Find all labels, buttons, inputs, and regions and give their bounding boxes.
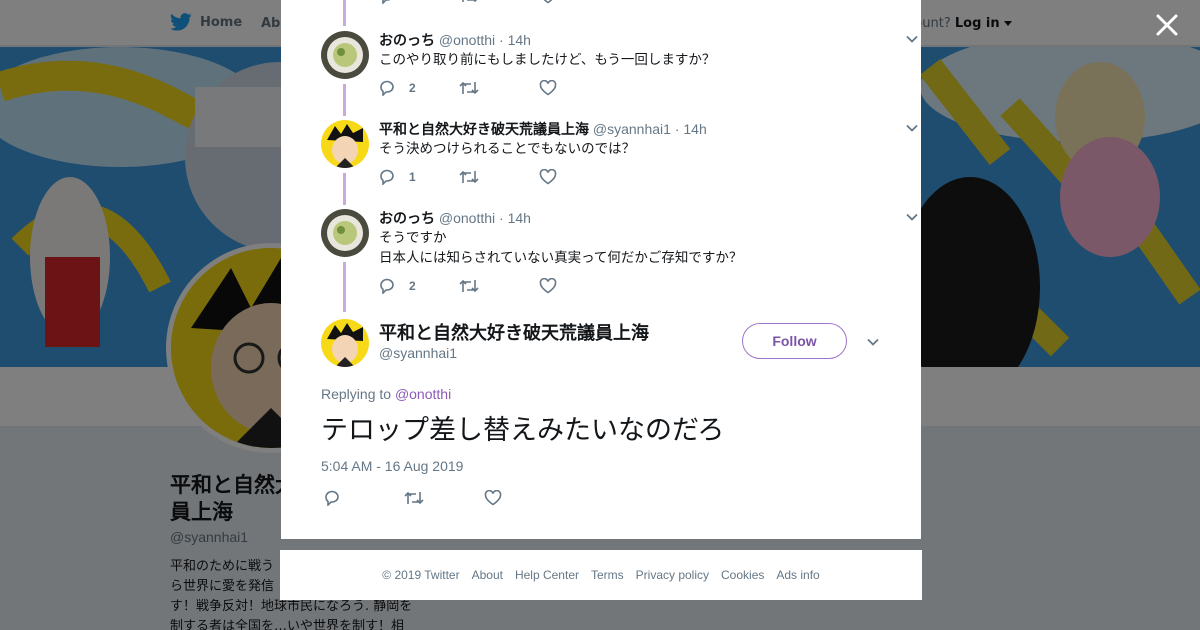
heart-icon xyxy=(543,0,553,4)
footer-link-privacy-policy[interactable]: Privacy policy xyxy=(636,568,709,582)
follow-button[interactable]: Follow xyxy=(742,323,847,359)
avatar[interactable] xyxy=(321,31,369,79)
retweet-icon xyxy=(462,0,478,3)
cartoon-face-avatar xyxy=(321,120,369,168)
avatar[interactable] xyxy=(321,209,369,257)
food-photo-avatar xyxy=(321,209,369,257)
tweet-actions: 2 xyxy=(379,278,619,294)
footer-link-cookies[interactable]: Cookies xyxy=(721,568,764,582)
reply-action[interactable]: 2 xyxy=(379,80,459,96)
main-tweet-avatar[interactable] xyxy=(321,319,369,367)
footer-link-terms[interactable]: Terms xyxy=(591,568,624,582)
like-action[interactable] xyxy=(539,278,619,294)
retweet-icon xyxy=(459,170,479,184)
reply-count: 1 xyxy=(409,0,416,3)
thread-connector xyxy=(343,84,346,116)
retweet-action[interactable] xyxy=(459,169,539,185)
retweet-icon xyxy=(404,491,424,505)
user-name[interactable]: 平和と自然大好き破天荒議員上海 xyxy=(379,121,589,137)
footer-link-help-center[interactable]: Help Center xyxy=(515,568,579,582)
tweet-text-line: そう決めつけられることでもないのでは？ xyxy=(379,141,636,156)
like-action[interactable] xyxy=(539,80,619,96)
retweet-action[interactable] xyxy=(459,278,539,294)
heart-icon xyxy=(539,80,557,96)
chevron-down-icon[interactable] xyxy=(905,121,919,135)
tweet-text-line: 日本人には知らされていない真実って何だかご存知ですか？ xyxy=(379,250,743,265)
reply-count: 1 xyxy=(409,170,416,184)
tweet-actions: 1 xyxy=(379,169,619,185)
user-name[interactable]: おのっち xyxy=(379,210,435,226)
user-name[interactable]: おのっち xyxy=(379,32,435,48)
heart-icon xyxy=(484,490,502,506)
user-handle[interactable]: @onotthi xyxy=(439,210,495,226)
separator: · xyxy=(674,121,680,137)
tweet-header: 平和と自然大好き破天荒議員上海 @syannhai1 · 14h xyxy=(379,119,707,139)
separator: · xyxy=(499,210,504,226)
food-photo-avatar xyxy=(321,31,369,79)
like-action[interactable] xyxy=(539,0,619,4)
like-action[interactable] xyxy=(539,169,619,185)
reply-action[interactable] xyxy=(324,490,404,506)
thread-connector xyxy=(343,173,346,205)
tweet-time[interactable]: 14h xyxy=(508,32,531,48)
reply-icon xyxy=(382,0,391,4)
thread-connector xyxy=(343,0,346,26)
main-tweet-text: テロップ差し替えみたいなのだろ xyxy=(321,415,725,446)
tweet-text-line: このやり取り前にもしましたけど、もう一回しますか？ xyxy=(379,52,716,67)
tweet-text: そうですか 日本人には知らされていない真実って何だかご存知ですか？ xyxy=(379,228,742,268)
avatar[interactable] xyxy=(321,120,369,168)
heart-icon xyxy=(539,278,557,294)
reply-icon xyxy=(380,80,394,96)
reply-count: 2 xyxy=(409,279,416,293)
tweet-actions-partial: 1 xyxy=(379,0,619,4)
mention-link[interactable]: @onotthi xyxy=(395,386,451,402)
footer-link-about[interactable]: About xyxy=(472,568,503,582)
tweet-permalink-modal: 1 おのっち @onotthi · 14h このやり取り前にもしましたけど、もう… xyxy=(281,0,921,539)
user-handle[interactable]: @onotthi xyxy=(439,32,495,48)
heart-icon xyxy=(539,169,557,185)
replying-prefix: Replying to xyxy=(321,386,392,402)
separator: · xyxy=(499,32,504,48)
chevron-down-icon[interactable] xyxy=(866,335,880,349)
retweet-action[interactable] xyxy=(459,80,539,96)
footer-link-ads-info[interactable]: Ads info xyxy=(776,568,819,582)
reply-action[interactable]: 1 xyxy=(379,169,459,185)
chevron-down-icon[interactable] xyxy=(905,210,919,224)
main-tweet-user-name[interactable]: 平和と自然大好き破天荒議員上海 xyxy=(379,319,649,345)
main-tweet-timestamp[interactable]: 5:04 AM - 16 Aug 2019 xyxy=(321,458,463,474)
tweet-text: このやり取り前にもしましたけど、もう一回しますか？ xyxy=(379,50,715,70)
chevron-down-icon[interactable] xyxy=(905,32,919,46)
reply-icon xyxy=(380,278,394,294)
reply-action[interactable]: 2 xyxy=(379,278,459,294)
site-footer: © 2019 Twitter About Help Center Terms P… xyxy=(280,550,922,600)
tweet-time[interactable]: 14h xyxy=(683,121,706,137)
reply-count: 2 xyxy=(409,81,416,95)
retweet-icon xyxy=(459,81,479,95)
thread-connector xyxy=(343,262,346,312)
tweet-actions: 2 xyxy=(379,80,619,96)
close-icon[interactable] xyxy=(1154,12,1180,38)
retweet-action[interactable] xyxy=(404,490,484,506)
like-action[interactable] xyxy=(484,490,564,506)
reply-action[interactable]: 1 xyxy=(379,0,459,4)
tweet-time[interactable]: 14h xyxy=(508,210,531,226)
tweet-header: おのっち @onotthi · 14h xyxy=(379,208,531,228)
main-tweet-actions xyxy=(324,490,564,506)
tweet-header: おのっち @onotthi · 14h xyxy=(379,30,531,50)
retweet-action[interactable] xyxy=(459,0,539,4)
reply-icon xyxy=(380,169,394,185)
retweet-icon xyxy=(459,279,479,293)
tweet-text-line: そうですか xyxy=(379,230,447,245)
user-handle[interactable]: @syannhai1 xyxy=(593,121,671,137)
tweet-text: そう決めつけられることでもないのでは？ xyxy=(379,139,635,159)
replying-to: Replying to @onotthi xyxy=(321,386,451,402)
footer-copyright: © 2019 Twitter xyxy=(382,568,460,582)
cartoon-face-avatar xyxy=(321,319,369,367)
reply-icon xyxy=(325,490,339,506)
main-tweet-user-handle[interactable]: @syannhai1 xyxy=(379,345,457,361)
